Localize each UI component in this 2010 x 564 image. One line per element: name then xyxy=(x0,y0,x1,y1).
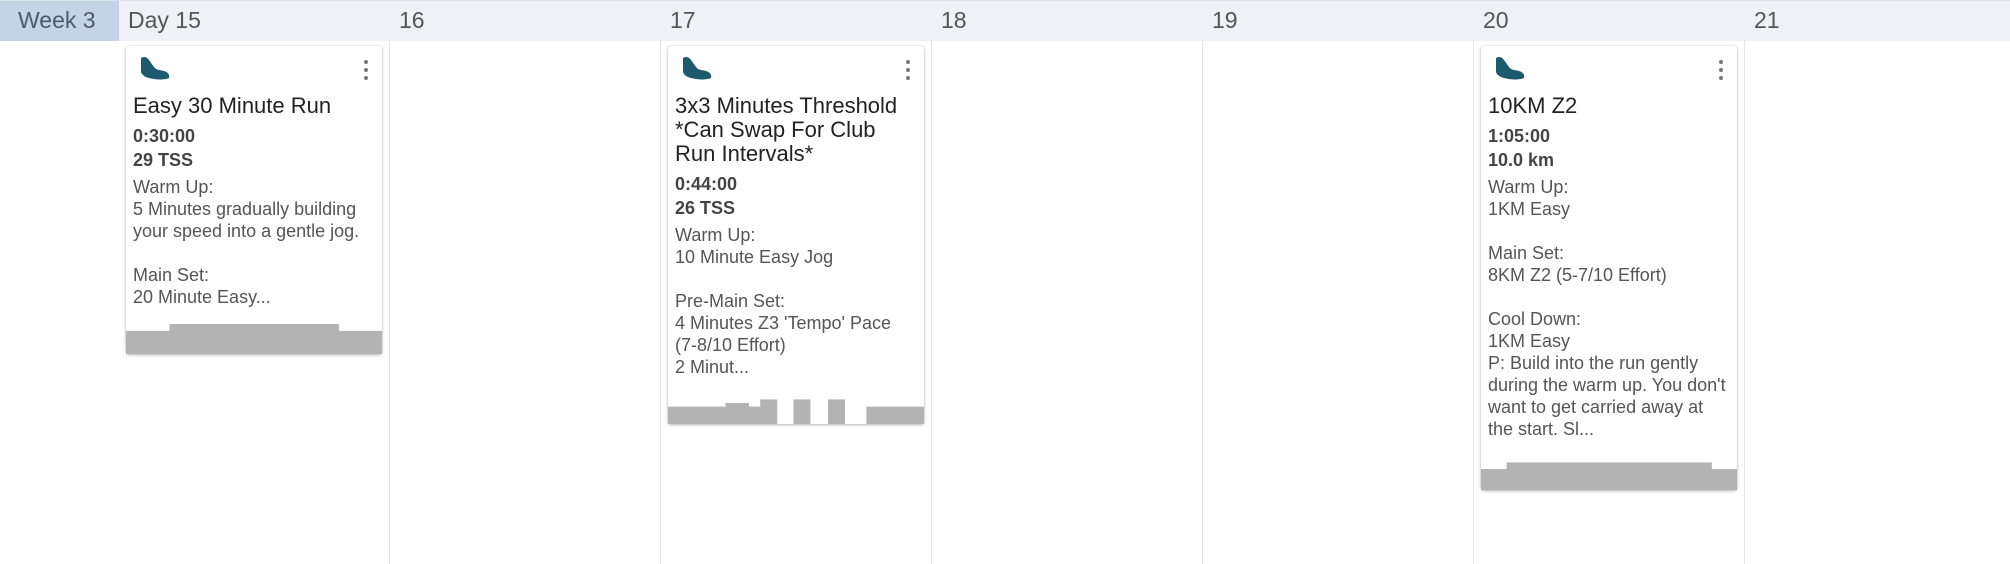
intensity-segment xyxy=(760,399,778,424)
intensity-segment xyxy=(866,406,924,424)
day-divider xyxy=(389,40,390,564)
workout-description: Warm Up: 1KM Easy Main Set: 8KM Z2 (5-7/… xyxy=(1488,177,1726,439)
day-divider xyxy=(1473,40,1474,564)
intensity-segment xyxy=(793,399,811,424)
intensity-segment xyxy=(828,399,845,424)
more-options-icon[interactable] xyxy=(904,60,912,80)
workout-duration: 0:44:00 xyxy=(675,174,738,194)
more-options-icon[interactable] xyxy=(1717,60,1725,80)
intensity-segment xyxy=(169,324,339,354)
intensity-segment xyxy=(668,406,726,424)
workout-metric: 26 TSS xyxy=(675,198,736,218)
week-label[interactable]: Week 3 xyxy=(0,1,119,41)
day-header-16: 16 xyxy=(399,7,425,33)
running-shoe-icon xyxy=(141,56,170,80)
day-divider xyxy=(931,40,932,564)
workout-duration: 1:05:00 xyxy=(1488,126,1551,146)
intensity-segment xyxy=(126,330,170,354)
day-header-20: 20 xyxy=(1483,7,1509,33)
intensity-profile xyxy=(668,399,924,424)
workout-description: Warm Up: 5 Minutes gradually building yo… xyxy=(133,177,360,307)
intensity-segment xyxy=(1506,462,1712,490)
running-shoe-icon xyxy=(683,56,712,80)
intensity-segment xyxy=(748,406,761,424)
day-divider xyxy=(1744,40,1745,564)
workout-card[interactable]: 10KM Z2 1:05:00 10.0 km Warm Up: 1KM Eas… xyxy=(1481,46,1737,490)
day-divider xyxy=(1202,40,1203,564)
intensity-segment xyxy=(338,330,382,354)
workout-card[interactable]: 3x3 Minutes Threshold *Can Swap For Club… xyxy=(668,46,924,424)
workout-title: Easy 30 Minute Run xyxy=(133,93,332,118)
workout-card[interactable]: Easy 30 Minute Run 0:30:00 29 TSS Warm U… xyxy=(126,46,382,354)
workout-duration: 0:30:00 xyxy=(133,126,196,146)
intensity-profile xyxy=(126,324,382,354)
day-header-15: Day 15 xyxy=(128,7,201,33)
workout-title: 10KM Z2 xyxy=(1488,93,1578,118)
intensity-profile xyxy=(1481,462,1737,490)
day-header-19: 19 xyxy=(1212,7,1238,33)
intensity-segment xyxy=(725,403,749,424)
day-header-21: 21 xyxy=(1754,7,1780,33)
day-header-18: 18 xyxy=(941,7,967,33)
workout-description: Warm Up: 10 Minute Easy Jog Pre-Main Set… xyxy=(675,225,891,377)
intensity-segment xyxy=(1711,469,1737,490)
day-header-17: 17 xyxy=(670,7,696,33)
workout-metric: 29 TSS xyxy=(133,150,194,170)
workout-title: 3x3 Minutes Threshold *Can Swap For Club… xyxy=(675,93,898,166)
intensity-segment xyxy=(1481,469,1507,490)
day-divider xyxy=(660,40,661,564)
running-shoe-icon xyxy=(1496,56,1525,80)
workout-metric: 10.0 km xyxy=(1488,150,1555,170)
more-options-icon[interactable] xyxy=(362,60,370,80)
calendar-header: Week 3 Day 15 16 17 18 19 20 21 xyxy=(0,0,2010,41)
